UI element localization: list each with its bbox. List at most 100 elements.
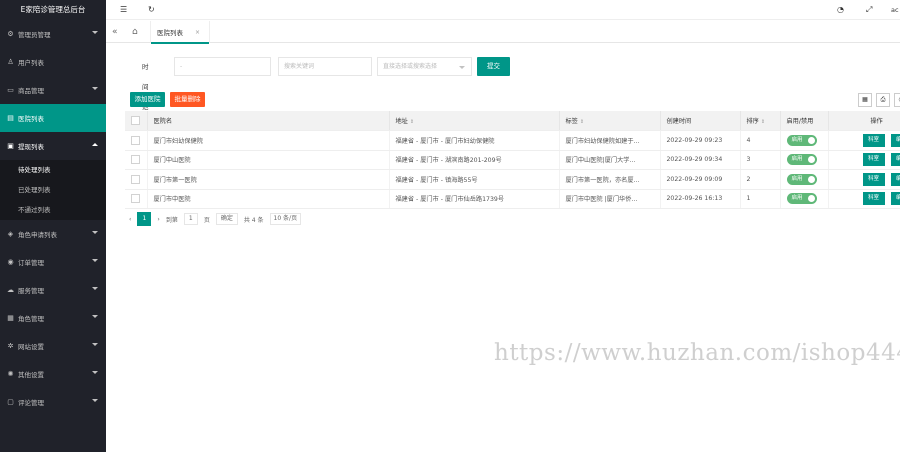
- sidebar-item-role-apply[interactable]: ◈ 角色申请列表: [0, 220, 106, 248]
- main-content: 时间范围 - 搜索关键词 直接选择或搜索选择 提交 添加医院 批量删除 ▦ ⎙ …: [106, 44, 900, 452]
- hospital-table: 医院名 地址 ⇕ 标签 ⇕ 创建时间 排序 ⇕ 启用/禁用 操作 厦门市妇幼保健院 福…: [125, 111, 900, 209]
- role-icon: ▦: [7, 314, 14, 322]
- refresh-icon[interactable]: ↻: [148, 0, 155, 20]
- fullscreen-icon[interactable]: ⤢: [866, 0, 872, 20]
- sidebar-item-label: 用户列表: [18, 59, 44, 67]
- select-all-cell[interactable]: [125, 111, 148, 131]
- sort-cell: 4: [740, 130, 781, 151]
- chevron-down-icon: [92, 31, 98, 34]
- sidebar-item-comments[interactable]: ▢ 评论管理: [0, 388, 106, 416]
- checkbox[interactable]: [131, 155, 140, 165]
- departments-button[interactable]: 科室: [862, 192, 885, 206]
- print-icon[interactable]: ⎙: [876, 93, 890, 107]
- sidebar-item-hospitals[interactable]: ▤ 医院列表: [0, 104, 106, 132]
- submenu-item-rejected[interactable]: 不通过列表: [0, 200, 106, 220]
- chevron-down-icon: [92, 343, 98, 346]
- sidebar-item-goods[interactable]: ▭ 商品管理: [0, 76, 106, 104]
- departments-button[interactable]: 科室: [862, 133, 885, 147]
- tab-label: 医院列表: [157, 29, 183, 37]
- checkbox[interactable]: [131, 135, 140, 145]
- status-toggle[interactable]: 启用: [786, 193, 817, 205]
- table-row: 厦门市妇幼保健院 福建省 - 厦门市 - 厦门市妇幼保健院 厦门市妇幼保健院如建…: [125, 130, 900, 151]
- departments-button[interactable]: 科室: [862, 153, 885, 167]
- next-page-icon[interactable]: ›: [157, 216, 159, 223]
- hospital-name-cell: 厦门市妇幼保健院: [147, 130, 390, 151]
- table-row: 厦门市中医院 福建省 - 厦门市 - 厦门市仙岳路1739号 厦门市中医院 |厦…: [125, 189, 900, 209]
- watermark: https://www.huzhan.com/ishop44453: [494, 340, 900, 366]
- edit-button[interactable]: 编辑: [890, 153, 900, 167]
- tag-cell: 厦门市第一医院，亦名厦...: [559, 169, 661, 190]
- list-icon: ▤: [7, 114, 14, 122]
- goto-confirm-button[interactable]: 确定: [215, 213, 238, 225]
- keyword-input[interactable]: 搜索关键词: [278, 57, 372, 76]
- submenu-item-processed[interactable]: 已处理列表: [0, 180, 106, 200]
- sort-icon[interactable]: ⇕: [761, 119, 765, 125]
- export-icon[interactable]: ◎: [894, 93, 900, 107]
- home-icon[interactable]: ⌂: [132, 21, 138, 43]
- chevron-down-icon: [92, 399, 98, 402]
- sidebar-item-label: 角色申请列表: [18, 231, 57, 239]
- table-row: 厦门市第一医院 福建省 - 厦门市 - 镇海路55号 厦门市第一医院，亦名厦..…: [125, 169, 900, 190]
- sidebar-item-label: 管理员管理: [18, 31, 51, 39]
- prev-page-icon[interactable]: ‹: [129, 216, 131, 223]
- page-number-current[interactable]: 1: [137, 212, 152, 226]
- sidebar-item-roles[interactable]: ▦ 角色管理: [0, 304, 106, 332]
- batch-delete-button[interactable]: 批量删除: [170, 92, 205, 107]
- top-header: ☰ ↻ ◔ ⤢ ac: [106, 0, 900, 20]
- page-size-select[interactable]: 10 条/页: [269, 213, 302, 225]
- created-time-cell: 2022-09-29 09:34: [660, 150, 741, 170]
- sidebar-item-label: 评论管理: [18, 399, 44, 407]
- column-header[interactable]: 排序 ⇕: [740, 111, 781, 131]
- sidebar-item-users[interactable]: ♙ 用户列表: [0, 48, 106, 76]
- column-header: 创建时间: [660, 111, 741, 131]
- hospital-name-cell: 厦门市第一医院: [147, 169, 390, 190]
- status-toggle[interactable]: 启用: [786, 173, 817, 185]
- sidebar-item-other-settings[interactable]: ✺ 其他设置: [0, 360, 106, 388]
- column-header: 医院名: [147, 111, 390, 131]
- total-count: 共 4 条: [243, 216, 264, 224]
- column-header[interactable]: 地址 ⇕: [389, 111, 560, 131]
- close-icon[interactable]: ×: [195, 29, 200, 36]
- address-cell: 福建省 - 厦门市 - 厦门市仙岳路1739号: [389, 189, 560, 209]
- status-toggle[interactable]: 启用: [786, 154, 817, 166]
- checkbox[interactable]: [131, 194, 140, 204]
- sidebar-item-label: 其他设置: [18, 371, 44, 379]
- sort-icon[interactable]: ⇕: [580, 119, 584, 125]
- sidebar-item-site-settings[interactable]: ✲ 网站设置: [0, 332, 106, 360]
- menu-toggle-icon[interactable]: ☰: [120, 0, 127, 20]
- sort-icon[interactable]: ⇕: [410, 119, 414, 125]
- address-cell: 福建省 - 厦门市 - 湖滨南路201-209号: [389, 150, 560, 170]
- created-time-cell: 2022-09-29 09:09: [660, 169, 741, 190]
- sidebar: E家陪诊管理总后台 ⚙ 管理员管理 ♙ 用户列表 ▭ 商品管理 ▤ 医院列表 ▣…: [0, 0, 106, 452]
- sidebar-item-label: 角色管理: [18, 315, 44, 323]
- sidebar-item-services[interactable]: ☁ 服务管理: [0, 276, 106, 304]
- date-range-input[interactable]: -: [174, 57, 271, 76]
- goto-page-input[interactable]: 1: [183, 213, 198, 225]
- columns-icon[interactable]: ▦: [858, 93, 872, 107]
- sidebar-item-admin[interactable]: ⚙ 管理员管理: [0, 20, 106, 48]
- edit-button[interactable]: 编辑: [890, 172, 900, 186]
- edit-button[interactable]: 编辑: [890, 133, 900, 147]
- checkbox[interactable]: [131, 116, 140, 125]
- double-chevron-left-icon[interactable]: «: [112, 21, 118, 43]
- cloud-icon: ☁: [7, 286, 14, 294]
- page-unit-label: 页: [203, 216, 210, 224]
- table-row: 厦门中山医院 福建省 - 厦门市 - 湖滨南路201-209号 厦门中山医院|厦…: [125, 150, 900, 170]
- checkbox[interactable]: [131, 174, 140, 184]
- user-icon: ♙: [7, 58, 14, 66]
- goto-label: 到第: [165, 216, 178, 224]
- sidebar-item-orders[interactable]: ◉ 订单管理: [0, 248, 106, 276]
- user-menu[interactable]: ac: [891, 0, 899, 20]
- submit-button[interactable]: 提交: [477, 57, 510, 76]
- edit-button[interactable]: 编辑: [890, 192, 900, 206]
- submenu-item-pending[interactable]: 待处理列表: [0, 160, 106, 180]
- column-header[interactable]: 标签 ⇕: [559, 111, 661, 131]
- status-toggle[interactable]: 启用: [786, 134, 817, 146]
- hospital-select[interactable]: 直接选择或搜索选择: [377, 57, 472, 76]
- created-time-cell: 2022-09-29 09:23: [660, 130, 741, 151]
- departments-button[interactable]: 科室: [862, 172, 885, 186]
- sidebar-item-withdraw[interactable]: ▣ 提现列表: [0, 132, 106, 160]
- theme-icon[interactable]: ◔: [837, 0, 844, 20]
- add-hospital-button[interactable]: 添加医院: [130, 92, 165, 107]
- tab-hospital-list[interactable]: 医院列表 ×: [150, 21, 210, 44]
